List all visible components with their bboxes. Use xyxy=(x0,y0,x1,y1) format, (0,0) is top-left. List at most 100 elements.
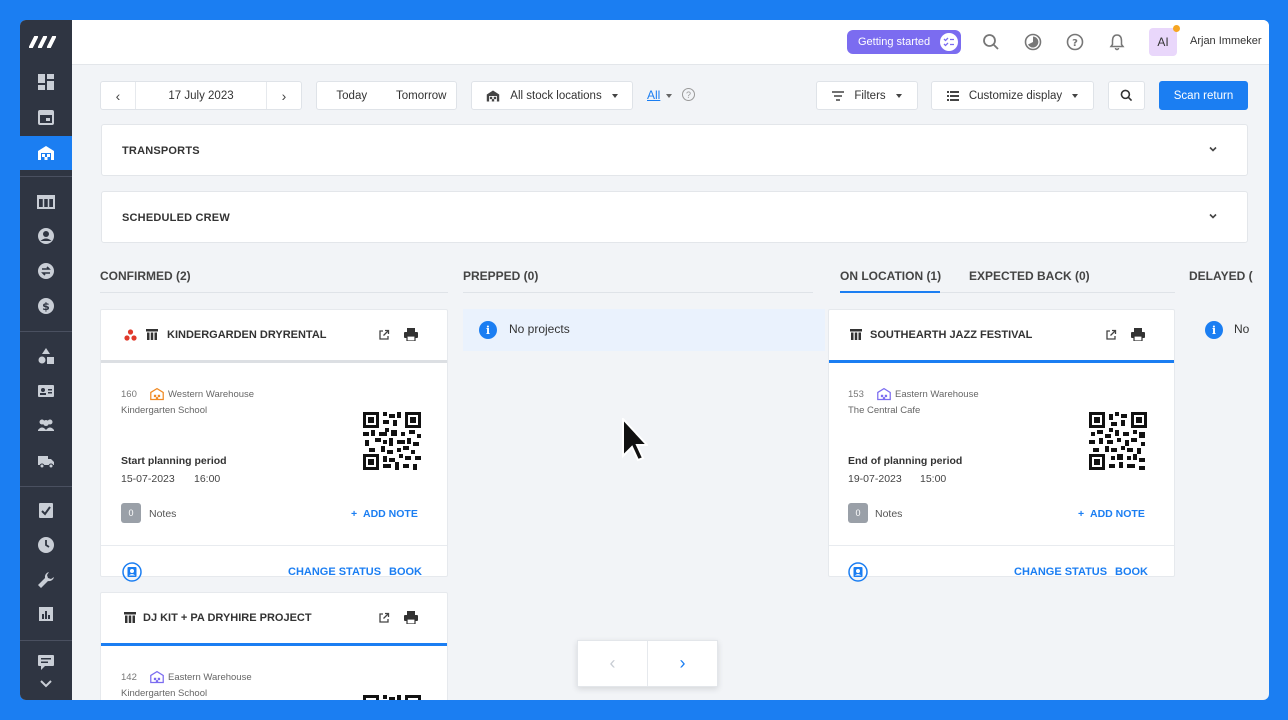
empty-state-text: No xyxy=(1234,322,1250,336)
project-title[interactable]: DJ KIT + PA DRYHIRE PROJECT xyxy=(143,612,312,624)
tab-expected-back[interactable]: EXPECTED BACK (0) xyxy=(969,269,1090,283)
project-card[interactable]: SOUTHEARTH JAZZ FESTIVAL 153 Eastern War… xyxy=(828,309,1175,582)
bell-icon[interactable] xyxy=(1107,32,1127,52)
avatar-initials: AI xyxy=(1157,35,1169,49)
prev-day-button[interactable]: ‹ xyxy=(101,82,135,109)
chevron-down-icon[interactable] xyxy=(20,672,72,696)
project-card[interactable]: KINDERGARDEN DRYRENTAL 160 Western Wareh… xyxy=(100,309,448,582)
project-title[interactable]: KINDERGARDEN DRYRENTAL xyxy=(167,329,327,341)
column-confirmed: CONFIRMED (2) xyxy=(100,269,191,283)
next-page-button[interactable]: › xyxy=(648,641,717,686)
open-external-icon[interactable] xyxy=(378,329,390,341)
exchange-icon[interactable] xyxy=(20,254,72,288)
info-icon: i xyxy=(1205,321,1223,339)
svg-text:?: ? xyxy=(1072,38,1078,49)
customize-display-button[interactable]: Customize display xyxy=(931,81,1094,110)
report-icon[interactable] xyxy=(20,597,72,631)
shapes-icon[interactable] xyxy=(20,339,72,373)
book-button[interactable]: BOOK xyxy=(389,566,422,578)
contact-icon[interactable] xyxy=(20,219,72,253)
calendar-icon[interactable] xyxy=(20,100,72,134)
assign-user-icon[interactable] xyxy=(848,562,868,582)
all-filter-link[interactable]: All xyxy=(647,88,660,102)
activity-icon[interactable] xyxy=(1023,32,1043,52)
people-icon[interactable] xyxy=(20,408,72,442)
project-icon xyxy=(850,329,862,340)
book-button[interactable]: BOOK xyxy=(1115,566,1148,578)
warehouse-icon[interactable] xyxy=(20,136,72,170)
project-icon xyxy=(146,329,158,340)
project-title[interactable]: SOUTHEARTH JAZZ FESTIVAL xyxy=(870,329,1032,341)
column-delayed: DELAYED ( xyxy=(1189,269,1253,283)
today-button[interactable]: Today xyxy=(317,82,387,109)
wrench-icon[interactable] xyxy=(20,563,72,597)
getting-started-label: Getting started xyxy=(858,36,931,48)
top-bar: Getting started ? AI Arjan Immeker xyxy=(72,20,1269,65)
scheduled-crew-panel[interactable]: SCHEDULED CREW xyxy=(101,191,1248,243)
caret-down-icon xyxy=(611,93,618,98)
column-pager: ‹ › xyxy=(577,640,718,687)
dashboard-icon[interactable] xyxy=(20,65,72,99)
table-icon[interactable] xyxy=(20,185,72,219)
open-external-icon[interactable] xyxy=(378,612,390,624)
search-icon xyxy=(1120,89,1133,102)
clock-icon[interactable] xyxy=(20,528,72,562)
next-day-button[interactable]: › xyxy=(267,82,301,109)
clipboard-check-icon[interactable] xyxy=(20,493,72,527)
transports-panel[interactable]: TRANSPORTS xyxy=(101,124,1248,176)
caret-down-icon xyxy=(895,93,902,98)
warehouse-icon xyxy=(877,387,891,401)
help-icon[interactable]: ? xyxy=(1065,32,1085,52)
id-card-icon[interactable] xyxy=(20,374,72,408)
date-picker[interactable]: 17 July 2023 xyxy=(135,82,267,109)
tomorrow-button[interactable]: Tomorrow xyxy=(387,82,457,109)
sidebar: $ xyxy=(20,20,72,700)
project-card[interactable]: DJ KIT + PA DRYHIRE PROJECT 142 Eastern … xyxy=(100,592,448,700)
chevron-down-icon[interactable] xyxy=(1207,210,1219,222)
scan-return-button[interactable]: Scan return xyxy=(1159,81,1248,110)
svg-text:$: $ xyxy=(42,300,50,313)
plus-icon: + xyxy=(351,508,358,520)
stock-locations-dropdown[interactable]: All stock locations xyxy=(471,81,633,110)
transports-title: TRANSPORTS xyxy=(122,145,200,157)
warehouse-name: Eastern Warehouse xyxy=(895,389,979,400)
period-label: End of planning period xyxy=(848,455,963,467)
change-status-button[interactable]: CHANGE STATUS xyxy=(288,566,381,578)
print-icon[interactable] xyxy=(404,328,418,341)
change-status-button[interactable]: CHANGE STATUS xyxy=(1014,566,1107,578)
caret-down-icon[interactable] xyxy=(666,94,672,98)
project-number: 160 xyxy=(121,389,137,400)
warehouse-icon xyxy=(487,90,500,101)
active-tab-indicator xyxy=(840,291,940,293)
add-note-button[interactable]: + ADD NOTE xyxy=(1078,508,1145,520)
help-icon[interactable]: ? xyxy=(682,88,695,101)
client-name: Kindergarten School xyxy=(121,405,208,416)
search-icon[interactable] xyxy=(981,32,1001,52)
search-button[interactable] xyxy=(1108,81,1145,110)
period-date: 15-07-2023 xyxy=(121,473,175,485)
getting-started-button[interactable]: Getting started xyxy=(847,30,961,54)
open-external-icon[interactable] xyxy=(1105,329,1117,341)
status-bar xyxy=(829,360,1174,363)
print-icon[interactable] xyxy=(404,611,418,624)
scheduled-crew-title: SCHEDULED CREW xyxy=(122,212,230,224)
filters-button[interactable]: Filters xyxy=(816,81,918,110)
print-icon[interactable] xyxy=(1131,328,1145,341)
user-name[interactable]: Arjan Immeker xyxy=(1190,35,1262,47)
prev-page-button[interactable]: ‹ xyxy=(578,641,648,686)
chevron-down-icon[interactable] xyxy=(1207,143,1219,155)
app-logo[interactable] xyxy=(20,20,72,64)
warehouse-name: Western Warehouse xyxy=(168,389,255,400)
card-header: DJ KIT + PA DRYHIRE PROJECT xyxy=(101,593,447,643)
truck-icon[interactable] xyxy=(20,444,72,478)
project-number: 153 xyxy=(848,389,864,400)
add-note-button[interactable]: + ADD NOTE xyxy=(351,508,418,520)
caret-down-icon xyxy=(1072,93,1079,98)
avatar[interactable]: AI xyxy=(1149,25,1180,56)
tab-on-location[interactable]: ON LOCATION (1) xyxy=(840,269,941,283)
period-time: 16:00 xyxy=(194,473,221,485)
dollar-icon[interactable]: $ xyxy=(20,289,72,323)
assign-user-icon[interactable] xyxy=(122,562,142,582)
notification-dot xyxy=(1173,25,1180,32)
status-bar xyxy=(101,643,447,646)
